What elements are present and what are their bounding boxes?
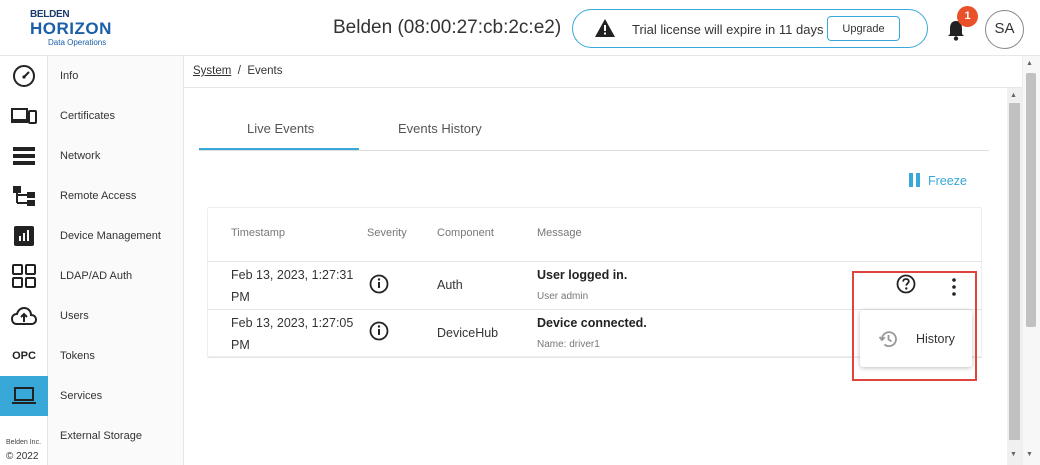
- scroll-down-arrow-icon[interactable]: ▼: [1010, 451, 1017, 458]
- subnav-item-users[interactable]: Users: [60, 310, 89, 322]
- annotation-highlight-box: [852, 271, 977, 381]
- upgrade-button[interactable]: Upgrade: [827, 16, 900, 41]
- list-icon: [13, 147, 35, 165]
- info-icon: [369, 274, 389, 294]
- logo-line2: HORIZON: [30, 19, 112, 38]
- column-header-timestamp[interactable]: Timestamp: [231, 227, 285, 239]
- column-header-message[interactable]: Message: [537, 227, 582, 239]
- rail-services[interactable]: [0, 376, 48, 416]
- icon-rail: OPC Belden Inc. © 2022: [0, 56, 48, 465]
- devices-icon: [11, 108, 37, 124]
- page-scroll-thumb[interactable]: [1026, 73, 1036, 327]
- subnav-item-certificates[interactable]: Certificates: [60, 110, 115, 122]
- breadcrumb-divider: [184, 87, 1022, 88]
- page-scroll-up-icon[interactable]: ▲: [1026, 60, 1033, 67]
- breadcrumb-current: Events: [247, 65, 283, 77]
- warning-icon: [595, 19, 615, 37]
- rail-opc[interactable]: OPC: [0, 336, 48, 376]
- subnav-item-tokens[interactable]: Tokens: [60, 350, 95, 362]
- inner-scroll-thumb[interactable]: [1009, 103, 1020, 440]
- rail-hierarchy[interactable]: [0, 176, 48, 216]
- pause-icon[interactable]: [909, 173, 921, 187]
- license-text: Trial license will expire in 11 days: [632, 22, 824, 37]
- apps-icon: [12, 264, 36, 288]
- hierarchy-icon: [13, 186, 35, 206]
- page-scroll-down-icon[interactable]: ▼: [1026, 451, 1033, 458]
- row2-timestamp-line2: PM: [231, 338, 250, 352]
- rail-charts[interactable]: [0, 216, 48, 256]
- column-header-severity[interactable]: Severity: [367, 227, 407, 239]
- subnav-item-info[interactable]: Info: [60, 70, 78, 82]
- breadcrumb-separator: /: [237, 65, 241, 77]
- row1-message-sub: User admin: [537, 291, 589, 302]
- info-icon: [369, 321, 389, 341]
- row2-timestamp: Feb 13, 2023, 1:27:05: [231, 316, 354, 330]
- system-subnav: Info Certificates Network Remote Access …: [48, 56, 184, 465]
- chart-icon: [14, 226, 34, 246]
- freeze-button[interactable]: Freeze: [928, 174, 967, 188]
- subnav-item-ldap-auth[interactable]: LDAP/AD Auth: [60, 270, 132, 282]
- row2-message-title: Device connected.: [537, 316, 647, 330]
- app-header: BELDEN HORIZON Data Operations Belden (0…: [0, 0, 1040, 56]
- avatar[interactable]: SA: [985, 10, 1024, 49]
- column-header-component[interactable]: Component: [437, 227, 494, 239]
- row1-timestamp-line2: PM: [231, 290, 250, 304]
- belden-horizon-logo[interactable]: BELDEN HORIZON Data Operations: [30, 9, 120, 49]
- tabs-divider: [199, 150, 989, 151]
- breadcrumb: System / Events: [193, 65, 283, 77]
- rail-cloud[interactable]: [0, 296, 48, 336]
- row1-component: Auth: [437, 278, 463, 292]
- row2-message-sub: Name: driver1: [537, 339, 600, 350]
- subnav-item-device-management[interactable]: Device Management: [60, 230, 161, 242]
- subnav-item-remote-access[interactable]: Remote Access: [60, 190, 136, 202]
- gauge-icon: [13, 65, 35, 87]
- notification-badge: 1: [957, 6, 978, 27]
- subnav-item-external-storage[interactable]: External Storage: [60, 430, 142, 442]
- subnav-item-network[interactable]: Network: [60, 150, 100, 162]
- tab-events-history[interactable]: Events History: [398, 121, 482, 136]
- license-banner: Trial license will expire in 11 days Upg…: [572, 9, 928, 48]
- rail-devices[interactable]: [0, 96, 48, 136]
- opc-icon: OPC: [12, 350, 36, 362]
- scroll-up-arrow-icon[interactable]: ▲: [1010, 92, 1017, 99]
- laptop-icon: [12, 387, 36, 404]
- copyright-company: Belden Inc.: [6, 439, 42, 446]
- cloud-upload-icon: [11, 306, 37, 325]
- header-divider: [207, 261, 982, 262]
- subnav-item-services[interactable]: Services: [60, 390, 102, 402]
- row1-message-title: User logged in.: [537, 268, 628, 282]
- device-title: Belden (08:00:27:cb:2c:e2): [333, 17, 562, 38]
- rail-list[interactable]: [0, 136, 48, 176]
- row2-component: DeviceHub: [437, 326, 499, 340]
- logo-line3: Data Operations: [48, 38, 107, 47]
- tab-live-events[interactable]: Live Events: [247, 121, 314, 136]
- copyright-year: © 2022: [6, 451, 39, 462]
- row1-timestamp: Feb 13, 2023, 1:27:31: [231, 268, 354, 282]
- breadcrumb-system-link[interactable]: System: [193, 65, 231, 77]
- rail-dashboard[interactable]: [0, 56, 48, 96]
- rail-apps[interactable]: [0, 256, 48, 296]
